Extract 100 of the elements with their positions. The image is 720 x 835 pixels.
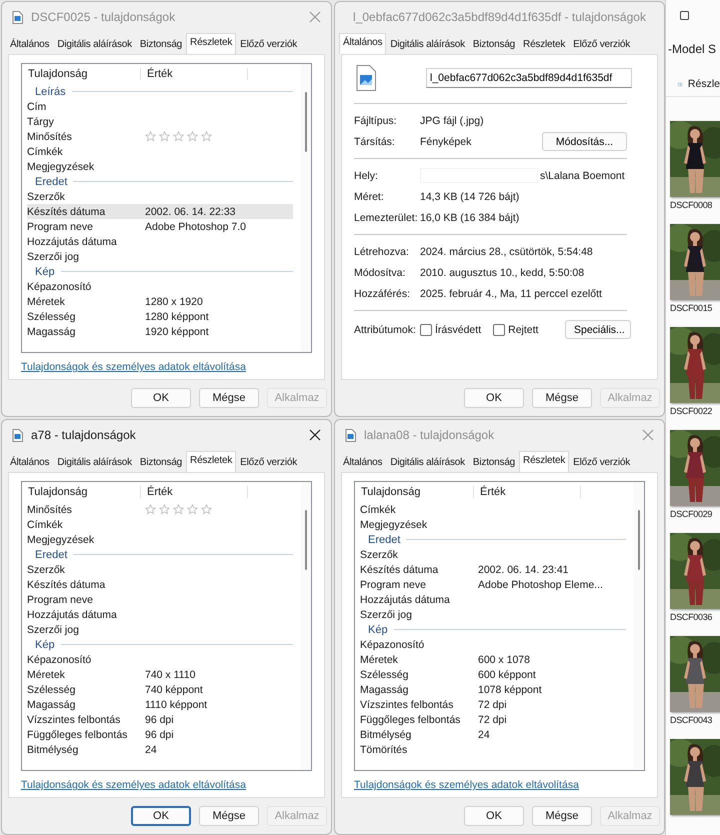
list-row[interactable]: Vízszintes felbontás 96 dpi — [27, 712, 293, 727]
list-row[interactable]: Szerzői jog — [27, 249, 293, 264]
column-header[interactable]: Érték — [141, 486, 248, 498]
tab[interactable]: Általános — [339, 33, 386, 54]
list-row[interactable]: Minősítés — [27, 502, 293, 517]
star-icon[interactable] — [159, 131, 170, 142]
tab[interactable]: Digitális aláírások — [386, 35, 469, 54]
details-button[interactable]: Részle — [688, 78, 720, 90]
file-name[interactable]: DSCF0029 — [670, 509, 720, 519]
tab[interactable]: Biztonság — [136, 35, 186, 54]
tab[interactable]: Részletek — [186, 33, 236, 54]
list-row[interactable]: Magasság 1920 képpont — [27, 324, 293, 339]
list-row[interactable]: Szerzők — [27, 189, 293, 204]
list-row[interactable]: Méretek 740 x 1110 — [27, 667, 293, 682]
star-icon[interactable] — [173, 504, 184, 515]
list-row[interactable]: Vízszintes felbontás 72 dpi — [360, 697, 626, 712]
star-icon[interactable] — [187, 504, 198, 515]
list-row[interactable]: Képazonosító — [27, 652, 293, 667]
list-row[interactable]: Hozzájutás dátuma — [27, 234, 293, 249]
dialog-button[interactable]: OK — [131, 388, 191, 408]
list-row[interactable]: Szélesség 600 képpont — [360, 667, 626, 682]
tab[interactable]: Biztonság — [468, 35, 520, 54]
tab[interactable]: Általános — [6, 35, 54, 54]
list-row[interactable]: Szélesség 740 képpont — [27, 682, 293, 697]
tab[interactable]: Részletek — [519, 35, 570, 54]
list-row[interactable]: Hozzájutás dátuma — [360, 592, 626, 607]
file-name[interactable]: DSCF0015 — [670, 303, 720, 313]
scrollbar[interactable] — [301, 64, 311, 352]
list-row[interactable]: Hozzájutás dátuma — [27, 607, 293, 622]
remove-properties-link[interactable]: Tulajdonságok és személyes adatok eltávolítása — [354, 779, 579, 791]
list-row[interactable]: Szerzői jog — [27, 622, 293, 637]
list-row[interactable]: Magasság 1110 képpont — [27, 697, 293, 712]
star-icon[interactable] — [159, 504, 170, 515]
list-row[interactable]: Készítés dátuma — [27, 577, 293, 592]
star-icon[interactable] — [145, 504, 156, 515]
dialog-button[interactable]: Mégse — [532, 388, 592, 408]
list-row[interactable]: Program neve — [27, 592, 293, 607]
list-row[interactable]: Cím — [27, 99, 293, 114]
star-icon[interactable] — [173, 131, 184, 142]
scrollbar[interactable] — [634, 482, 644, 770]
dialog-button[interactable]: Mégse — [532, 806, 592, 826]
dialog-button[interactable]: OK — [131, 806, 191, 826]
list-row[interactable]: Magasság 1078 képpont — [360, 682, 626, 697]
star-icon[interactable] — [187, 131, 198, 142]
file-name-field[interactable]: l_0ebfac677d062c3a5bdf89d4d1f635df — [426, 68, 632, 88]
column-header[interactable]: Érték — [141, 68, 248, 80]
tab[interactable]: Előző verziók — [236, 35, 302, 54]
list-row[interactable]: Szerzők — [27, 562, 293, 577]
list-row[interactable]: Készítés dátuma 2002. 06. 14. 23:41 — [360, 562, 626, 577]
list-row[interactable]: Függőleges felbontás 72 dpi — [360, 712, 626, 727]
list-row[interactable]: Megjegyzések — [27, 159, 293, 174]
change-button[interactable]: Módosítás... — [542, 132, 627, 151]
list-row[interactable]: Tárgy — [27, 114, 293, 129]
star-icon[interactable] — [201, 504, 212, 515]
column-header[interactable]: Tulajdonság — [27, 486, 141, 498]
file-name[interactable]: DSCF0036 — [670, 612, 720, 622]
list-row[interactable]: Bitmélység 24 — [360, 727, 626, 742]
tab[interactable]: Előző verziók — [569, 35, 634, 54]
list-row[interactable]: Program neve Adobe Photoshop Eleme... — [360, 577, 626, 592]
column-header[interactable]: Érték — [474, 486, 581, 498]
remove-properties-link[interactable]: Tulajdonságok és személyes adatok eltávolítása — [21, 361, 246, 373]
list-row[interactable]: Méretek 600 x 1078 — [360, 652, 626, 667]
list-row[interactable]: Címkék — [360, 502, 626, 517]
tab[interactable]: Biztonság — [468, 453, 520, 472]
column-header[interactable]: Tulajdonság — [27, 68, 141, 80]
maximize-icon[interactable] — [680, 10, 689, 20]
list-row[interactable]: Címkék — [27, 144, 293, 159]
tab[interactable]: Digitális aláírások — [53, 453, 136, 472]
tab[interactable]: Digitális aláírások — [53, 35, 136, 54]
tab[interactable]: Előző verziók — [236, 453, 302, 472]
close-icon[interactable] — [309, 429, 321, 441]
dialog-button[interactable]: OK — [464, 806, 524, 826]
tab[interactable]: Digitális aláírások — [386, 453, 469, 472]
list-row[interactable]: Méretek 1280 x 1920 — [27, 294, 293, 309]
tab[interactable]: Előző verziók — [569, 453, 634, 472]
dialog-button[interactable]: OK — [464, 388, 524, 408]
list-row[interactable]: Szélesség 1280 képpont — [27, 309, 293, 324]
tab[interactable]: Biztonság — [136, 453, 186, 472]
checkbox[interactable] — [493, 324, 506, 336]
dialog-button[interactable]: Mégse — [199, 388, 259, 408]
list-row[interactable]: Tömörítés — [360, 742, 626, 757]
dialog-button[interactable]: Mégse — [199, 806, 259, 826]
list-row[interactable]: Megjegyzések — [27, 532, 293, 547]
file-name[interactable]: DSCF0022 — [670, 406, 720, 416]
list-row[interactable]: Képazonosító — [27, 279, 293, 294]
advanced-button[interactable]: Speciális... — [565, 320, 631, 339]
star-icon[interactable] — [201, 131, 212, 142]
tab[interactable]: Részletek — [519, 451, 570, 472]
file-name[interactable]: DSCF0008 — [670, 200, 720, 210]
scrollbar[interactable] — [301, 482, 311, 770]
checkbox[interactable] — [420, 324, 432, 336]
tab[interactable]: Általános — [6, 453, 54, 472]
star-icon[interactable] — [145, 131, 156, 142]
list-row[interactable]: Készítés dátuma 2002. 06. 14. 22:33 — [27, 204, 293, 219]
list-row[interactable]: Minősítés — [27, 129, 293, 144]
list-row[interactable]: Címkék — [27, 517, 293, 532]
tab[interactable]: Részletek — [186, 451, 236, 472]
list-row[interactable]: Függőleges felbontás 96 dpi — [27, 727, 293, 742]
file-name[interactable]: DSCF0043 — [670, 715, 720, 725]
list-row[interactable]: Program neve Adobe Photoshop 7.0 — [27, 219, 293, 234]
